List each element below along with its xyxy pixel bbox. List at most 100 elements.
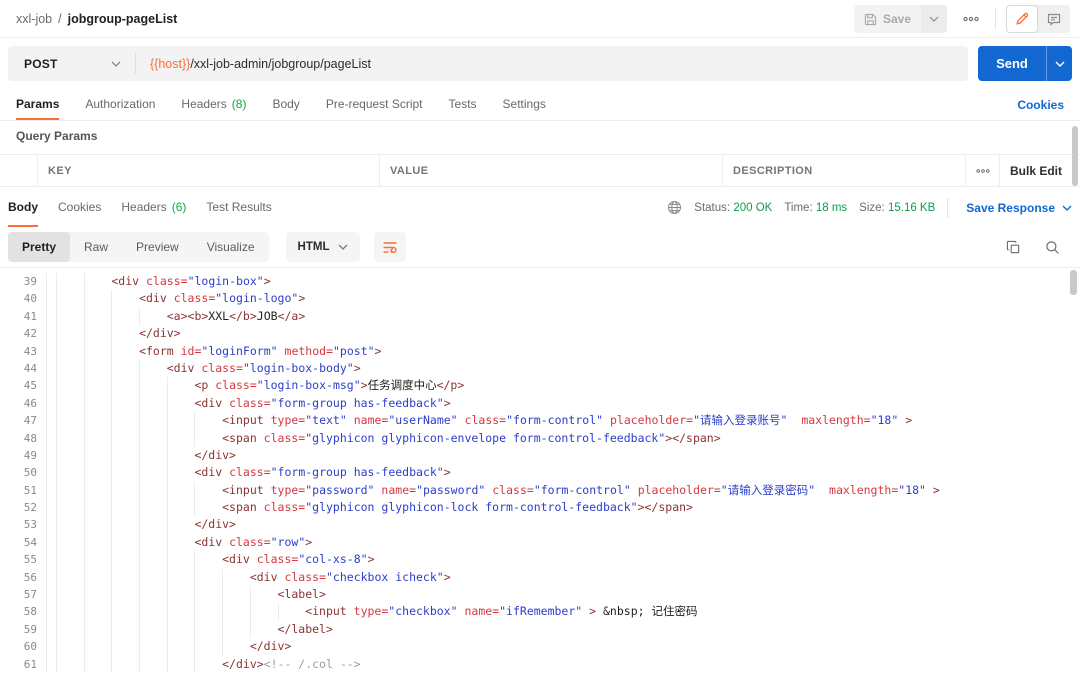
size-value: 15.16 KB (888, 202, 935, 214)
method-label: POST (24, 57, 57, 71)
breadcrumb-collection[interactable]: xxl-job (16, 12, 52, 26)
line-number: 53 (0, 516, 46, 533)
code-line: 53</div> (0, 516, 1080, 533)
response-tabs: Body Cookies Headers(6) Test Results (8, 188, 272, 227)
url-input[interactable]: {{host}}/xxl-job-admin/jobgroup/pageList (136, 57, 371, 71)
code-line: 60</div> (0, 638, 1080, 655)
line-number: 50 (0, 464, 46, 481)
line-number: 55 (0, 551, 46, 568)
tab-pre-request-label: Pre-request Script (326, 97, 423, 111)
response-tab-headers[interactable]: Headers(6) (121, 188, 186, 227)
postman-app: xxl-job / jobgroup-pageList Save (0, 0, 1080, 679)
column-description-label: DESCRIPTION (733, 165, 813, 177)
request-header-bar: xxl-job / jobgroup-pageList Save (0, 0, 1080, 38)
cookies-link[interactable]: Cookies (1017, 88, 1064, 121)
save-response-button[interactable]: Save Response (966, 201, 1072, 215)
send-button-group: Send (978, 46, 1072, 81)
time-badge: Time: 18 ms (784, 202, 847, 214)
request-tabs: Params Authorization Headers(8) Body Pre… (0, 88, 1080, 121)
code-line: 39<div class="login-box"> (0, 273, 1080, 290)
tab-tests-label: Tests (449, 97, 477, 111)
text-wrap-icon (382, 240, 398, 254)
tab-headers[interactable]: Headers(8) (181, 88, 246, 120)
response-tab-cookies-label: Cookies (58, 200, 101, 214)
time-label: Time: (784, 202, 812, 214)
save-button-label: Save (883, 12, 911, 26)
response-tab-cookies[interactable]: Cookies (58, 188, 101, 227)
response-tab-body[interactable]: Body (8, 188, 38, 227)
line-number: 42 (0, 325, 46, 342)
tab-params[interactable]: Params (16, 88, 59, 120)
method-selector[interactable]: POST (8, 46, 135, 81)
line-number: 49 (0, 447, 46, 464)
response-view-toolbar: Pretty Raw Preview Visualize HTML (0, 227, 1080, 267)
view-visualize-label: Visualize (207, 240, 255, 254)
line-number: 43 (0, 343, 46, 360)
code-line: 56<div class="checkbox icheck"> (0, 569, 1080, 586)
tab-body-label: Body (272, 97, 299, 111)
send-options-button[interactable] (1046, 46, 1072, 81)
bulk-edit-button[interactable]: Bulk Edit (1000, 155, 1080, 186)
query-params-title: Query Params (16, 129, 97, 143)
url-variable: {{host}} (150, 57, 190, 71)
request-url-row: POST {{host}}/xxl-job-admin/jobgroup/pag… (0, 38, 1080, 88)
breadcrumb-request-name[interactable]: jobgroup-pageList (68, 12, 178, 26)
save-options-button[interactable] (921, 5, 947, 33)
network-globe-icon[interactable] (667, 200, 682, 215)
scrollbar-thumb[interactable] (1072, 126, 1078, 186)
code-line: 43<form id="loginForm" method="post"> (0, 343, 1080, 360)
line-wrap-button[interactable] (374, 232, 406, 262)
chevron-down-icon (338, 244, 348, 250)
response-tab-headers-label: Headers (121, 200, 166, 214)
response-body-code-viewer[interactable]: 39<div class="login-box">40<div class="l… (0, 267, 1080, 679)
send-button[interactable]: Send (978, 46, 1046, 81)
line-number: 59 (0, 621, 46, 638)
code-line: 48<span class="glyphicon glyphicon-envel… (0, 430, 1080, 447)
column-key-label: KEY (48, 165, 72, 177)
code-line: 47<input type="text" name="userName" cla… (0, 412, 1080, 429)
save-button[interactable]: Save (854, 5, 921, 33)
view-raw-button[interactable]: Raw (70, 232, 122, 262)
column-header-value[interactable]: VALUE (380, 155, 723, 186)
response-tab-test-results-label: Test Results (206, 200, 271, 214)
line-number: 40 (0, 290, 46, 307)
code-line: 44<div class="login-box-body"> (0, 360, 1080, 377)
tab-settings[interactable]: Settings (503, 88, 546, 120)
view-raw-label: Raw (84, 240, 108, 254)
tab-body[interactable]: Body (272, 88, 299, 120)
tab-authorization-label: Authorization (85, 97, 155, 111)
line-number: 45 (0, 377, 46, 394)
column-header-description[interactable]: DESCRIPTION (723, 155, 966, 186)
line-number: 58 (0, 603, 46, 620)
copy-button[interactable] (1006, 240, 1021, 255)
url-bar: POST {{host}}/xxl-job-admin/jobgroup/pag… (8, 46, 968, 81)
param-select-column (0, 155, 38, 186)
view-preview-button[interactable]: Preview (122, 232, 193, 262)
code-line: 42</div> (0, 325, 1080, 342)
code-line: 55<div class="col-xs-8"> (0, 551, 1080, 568)
url-path: /xxl-job-admin/jobgroup/pageList (190, 57, 371, 71)
search-icon[interactable] (1045, 240, 1060, 255)
params-more-options-button[interactable] (966, 155, 1000, 186)
language-dropdown[interactable]: HTML (286, 232, 361, 262)
line-number: 56 (0, 569, 46, 586)
line-number: 44 (0, 360, 46, 377)
size-label: Size: (859, 202, 885, 214)
view-pretty-label: Pretty (22, 240, 56, 254)
code-scrollbar-thumb[interactable] (1070, 270, 1077, 295)
more-options-button[interactable] (957, 5, 985, 33)
tab-pre-request-script[interactable]: Pre-request Script (326, 88, 423, 120)
tab-authorization[interactable]: Authorization (85, 88, 155, 120)
response-tab-test-results[interactable]: Test Results (206, 188, 271, 227)
size-badge: Size: 15.16 KB (859, 202, 935, 214)
breadcrumb-separator: / (58, 12, 61, 26)
documentation-edit-button[interactable] (1006, 5, 1038, 33)
tab-tests[interactable]: Tests (449, 88, 477, 120)
response-section-header: Body Cookies Headers(6) Test Results Sta… (0, 188, 1080, 227)
line-number: 48 (0, 430, 46, 447)
code-line: 57<label> (0, 586, 1080, 603)
view-visualize-button[interactable]: Visualize (193, 232, 269, 262)
view-pretty-button[interactable]: Pretty (8, 232, 70, 262)
comments-button[interactable] (1038, 5, 1070, 33)
column-header-key[interactable]: KEY (38, 155, 380, 186)
